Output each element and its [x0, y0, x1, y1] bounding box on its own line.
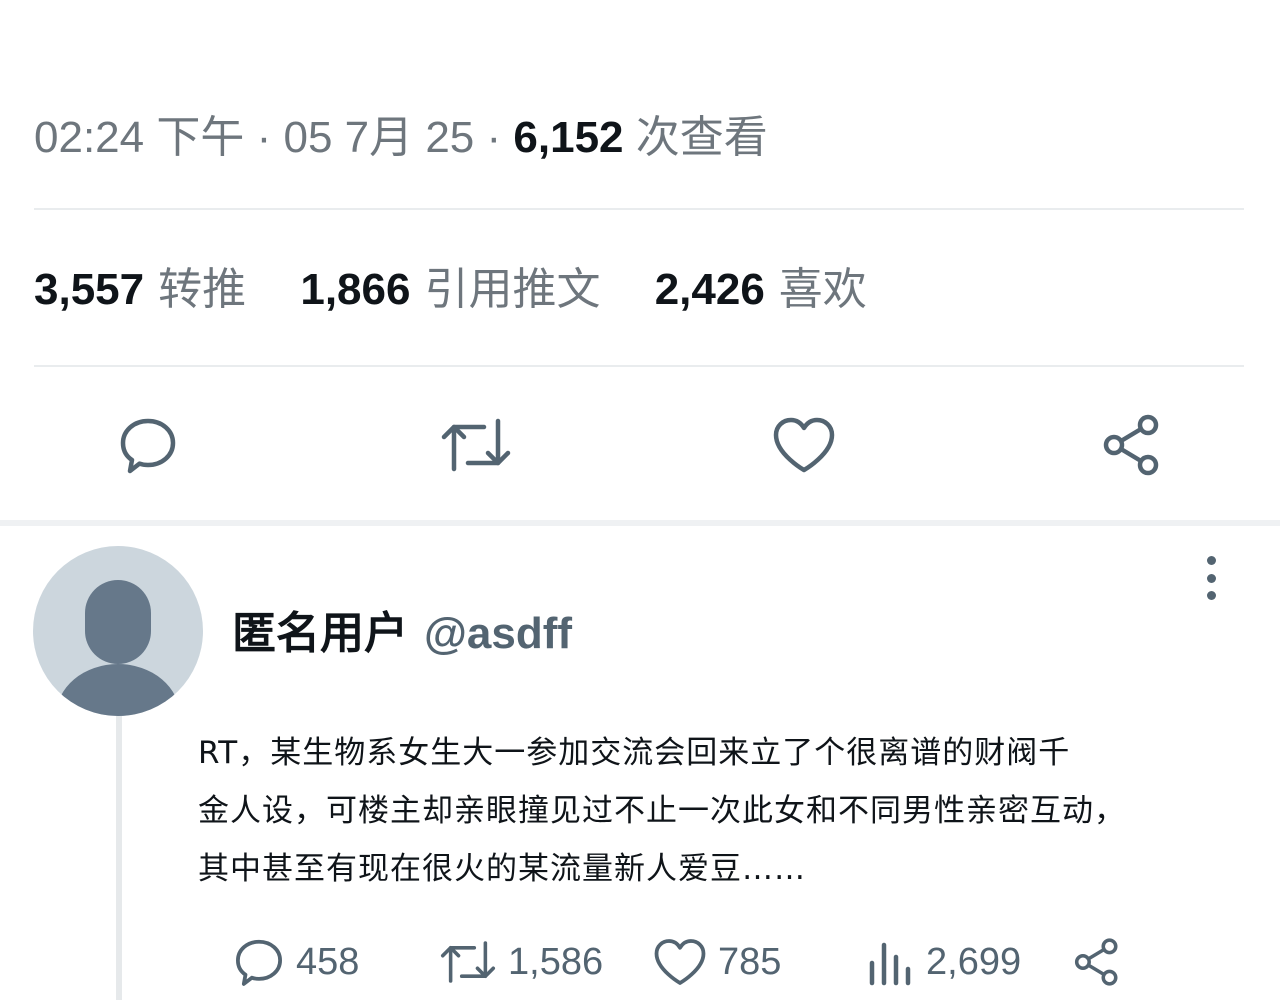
default-avatar-icon	[56, 580, 180, 716]
display-name: 匿名用户	[232, 609, 408, 658]
reply-share-button[interactable]	[1072, 932, 1132, 992]
reply-text-line: RT，某生物系女生大一参加交流会回来立了个很离谱的财阀千	[198, 735, 1071, 771]
dot	[1206, 573, 1216, 583]
reply-like-button[interactable]: 785	[652, 932, 781, 992]
quote-stat[interactable]: 1,866 引用推文	[300, 258, 600, 322]
retweet-button[interactable]	[436, 405, 516, 485]
separator: ·	[486, 113, 502, 162]
reply-text: RT，某生物系女生大一参加交流会回来立了个很离谱的财阀千 金人设，可楼主却亲眼撞…	[198, 724, 1188, 898]
share-button[interactable]	[1092, 405, 1172, 485]
like-count: 785	[718, 940, 782, 983]
like-icon	[654, 939, 706, 985]
divider	[34, 365, 1244, 367]
engagement-stats: 3,557 转推 1,866 引用推文 2,426 喜欢	[34, 258, 909, 322]
user-handle: @asdff	[424, 609, 573, 658]
retweet-count: 3,557	[34, 265, 145, 314]
view-count: 6,152	[513, 113, 624, 162]
like-count: 2,426	[654, 265, 765, 314]
reply-retweet-button[interactable]: 1,586	[438, 932, 603, 992]
retweet-icon	[440, 941, 496, 983]
avatar[interactable]	[33, 546, 203, 716]
reply-count: 458	[296, 940, 360, 983]
views-icon	[869, 942, 911, 986]
views-count: 2,699	[926, 940, 1022, 983]
more-options-button[interactable]	[1194, 556, 1228, 600]
tweet-action-bar	[0, 405, 1280, 485]
quote-count: 1,866	[300, 265, 411, 314]
divider	[34, 208, 1244, 210]
reply-button[interactable]	[108, 405, 188, 485]
like-button[interactable]	[764, 405, 844, 485]
retweet-count: 1,586	[508, 940, 604, 983]
like-icon	[773, 417, 835, 473]
quote-label: 引用推文	[424, 265, 601, 314]
retweet-label: 转推	[158, 265, 247, 314]
retweet-icon	[441, 418, 511, 472]
tweet-date: 05 7月 25	[283, 113, 475, 162]
tweet-meta: 02:24 下午 · 05 7月 25 · 6,152 次查看	[34, 108, 768, 168]
reply-icon	[236, 939, 282, 986]
reply-author[interactable]: 匿名用户 @asdff	[232, 604, 572, 664]
reply-action-bar: 458 1,586 785 2,699	[232, 932, 1232, 992]
like-label: 喜欢	[778, 265, 867, 314]
share-icon	[1103, 414, 1159, 476]
reply-reply-button[interactable]: 458	[232, 932, 359, 992]
reply-text-line: 金人设，可楼主却亲眼撞见过不止一次此女和不同男性亲密互动，	[198, 793, 1126, 829]
tweet-time: 02:24 下午	[34, 113, 245, 162]
reply-text-line: 其中甚至有现在很火的某流量新人爱豆……	[198, 851, 806, 887]
dot	[1206, 556, 1216, 565]
thread-line	[116, 716, 122, 1000]
share-icon	[1074, 938, 1118, 986]
views-button[interactable]: 2,699	[866, 932, 1021, 992]
like-stat[interactable]: 2,426 喜欢	[655, 258, 867, 322]
view-label: 次查看	[635, 113, 768, 162]
section-divider	[0, 520, 1280, 526]
separator: ·	[256, 113, 272, 162]
dot	[1206, 591, 1216, 600]
reply-icon	[120, 418, 176, 474]
retweet-stat[interactable]: 3,557 转推	[34, 258, 246, 322]
